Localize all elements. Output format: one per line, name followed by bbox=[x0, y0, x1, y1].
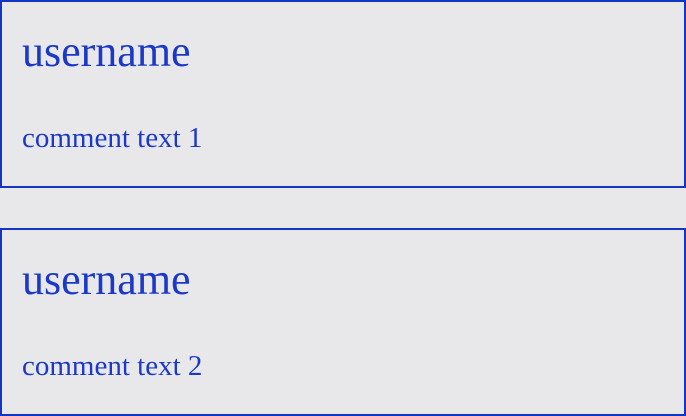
comment-card: username comment text 2 bbox=[0, 228, 686, 416]
comment-username: username bbox=[22, 27, 191, 76]
comment-text: comment text 2 bbox=[22, 350, 203, 382]
comment-card: username comment text 1 bbox=[0, 0, 686, 188]
comment-username: username bbox=[22, 255, 191, 304]
comment-text: comment text 1 bbox=[22, 122, 203, 154]
